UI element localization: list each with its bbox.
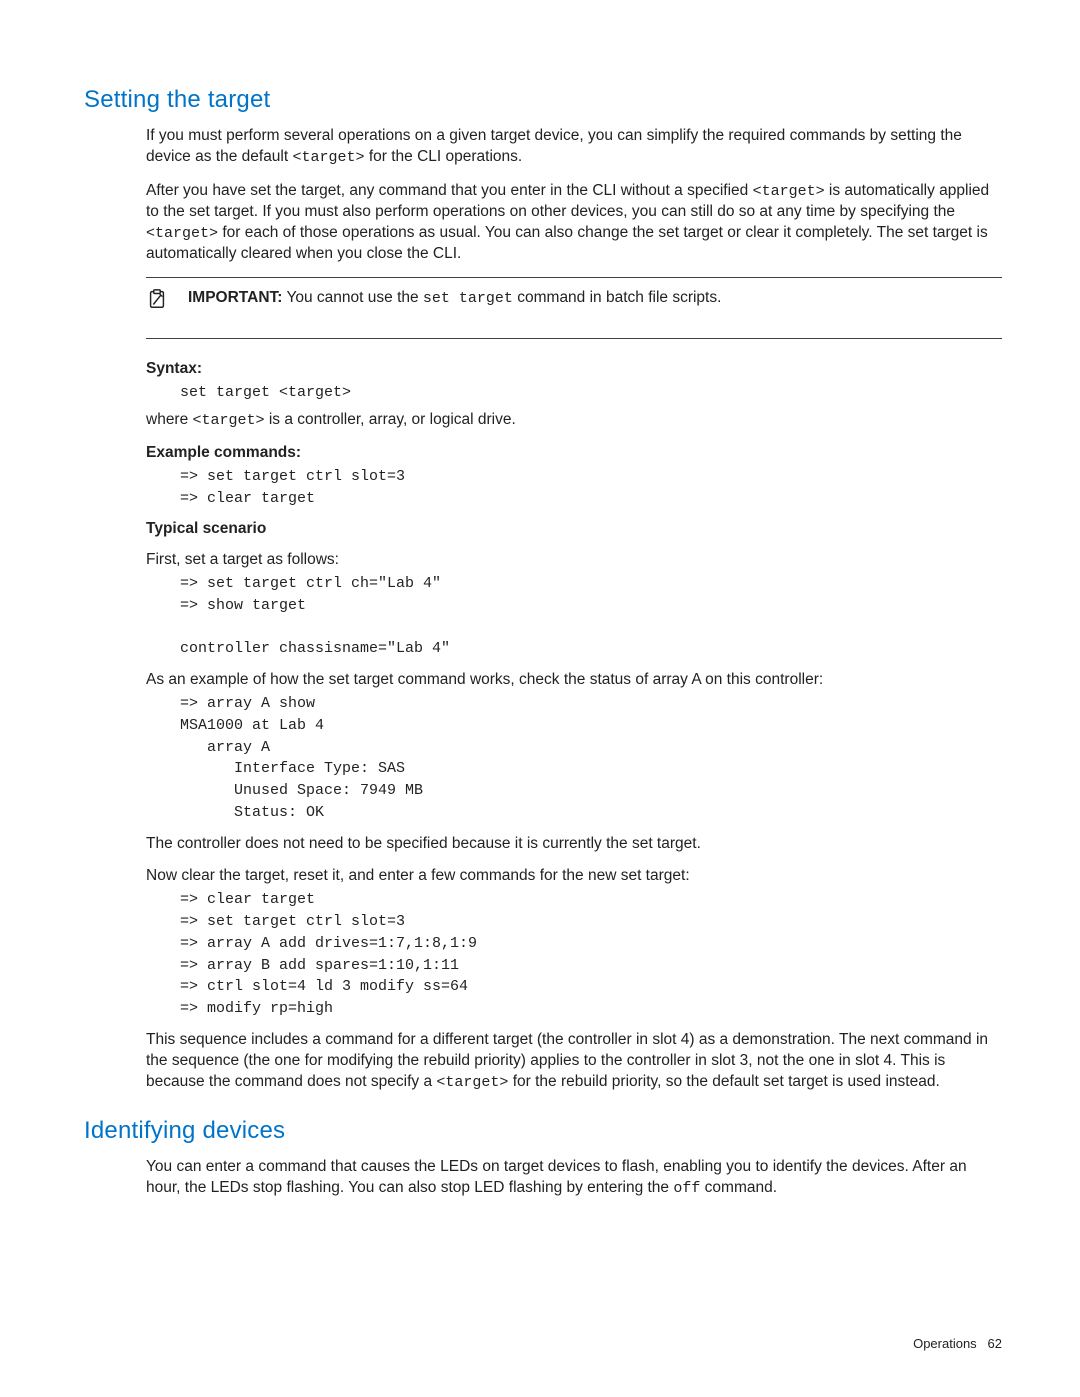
typical-scenario-heading: Typical scenario [146, 519, 1002, 540]
inline-code: <target> [146, 225, 218, 242]
clipboard-icon [146, 288, 168, 310]
text: If you must perform several operations o… [146, 127, 962, 165]
heading-identifying-devices: Identifying devices [84, 1115, 1002, 1147]
text: for the rebuild priority, so the default… [508, 1073, 939, 1090]
important-label: IMPORTANT: [188, 289, 282, 306]
typical-code-3: => clear target => set target ctrl slot=… [180, 889, 1002, 1020]
footer-section: Operations [913, 1336, 977, 1351]
text: command in batch file scripts. [513, 289, 721, 306]
typical-code-2: => array A show MSA1000 at Lab 4 array A… [180, 693, 1002, 824]
typical-note: The controller does not need to be speci… [146, 834, 1002, 855]
text: is a controller, array, or logical drive… [265, 411, 516, 428]
inline-code: off [673, 1180, 700, 1197]
page-footer: Operations 62 [913, 1335, 1002, 1353]
text: where [146, 411, 193, 428]
example-code: => set target ctrl slot=3 => clear targe… [180, 466, 1002, 510]
inline-code: <target> [436, 1074, 508, 1091]
section1-body: If you must perform several operations o… [146, 126, 1002, 1093]
example-label: Example commands: [146, 443, 1002, 464]
text: After you have set the target, any comma… [146, 182, 753, 199]
syntax-code: set target <target> [180, 382, 1002, 404]
where-text: where <target> is a controller, array, o… [146, 410, 1002, 431]
identifying-para: You can enter a command that causes the … [146, 1157, 1002, 1199]
para-after-set: After you have set the target, any comma… [146, 181, 1002, 265]
typical-check: As an example of how the set target comm… [146, 670, 1002, 691]
text: You cannot use the [282, 289, 422, 306]
text: for each of those operations as usual. Y… [146, 224, 988, 262]
page: Setting the target If you must perform s… [0, 0, 1080, 1397]
text: for the CLI operations. [365, 148, 523, 165]
section2-body: You can enter a command that causes the … [146, 1157, 1002, 1199]
inline-code: <target> [193, 412, 265, 429]
inline-code: set target [423, 290, 513, 307]
typical-intro: First, set a target as follows: [146, 550, 1002, 571]
syntax-label: Syntax: [146, 359, 1002, 380]
footer-page-number: 62 [988, 1336, 1002, 1351]
typical-sequence: This sequence includes a command for a d… [146, 1030, 1002, 1093]
typical-now: Now clear the target, reset it, and ente… [146, 866, 1002, 887]
typical-code-1: => set target ctrl ch="Lab 4" => show ta… [180, 573, 1002, 660]
inline-code: <target> [293, 149, 365, 166]
important-text: IMPORTANT: You cannot use the set target… [188, 288, 1002, 309]
inline-code: <target> [753, 183, 825, 200]
heading-setting-target: Setting the target [84, 84, 1002, 116]
para-intro: If you must perform several operations o… [146, 126, 1002, 168]
important-note: IMPORTANT: You cannot use the set target… [146, 277, 1002, 339]
text: You can enter a command that causes the … [146, 1158, 967, 1196]
text: command. [700, 1179, 777, 1196]
